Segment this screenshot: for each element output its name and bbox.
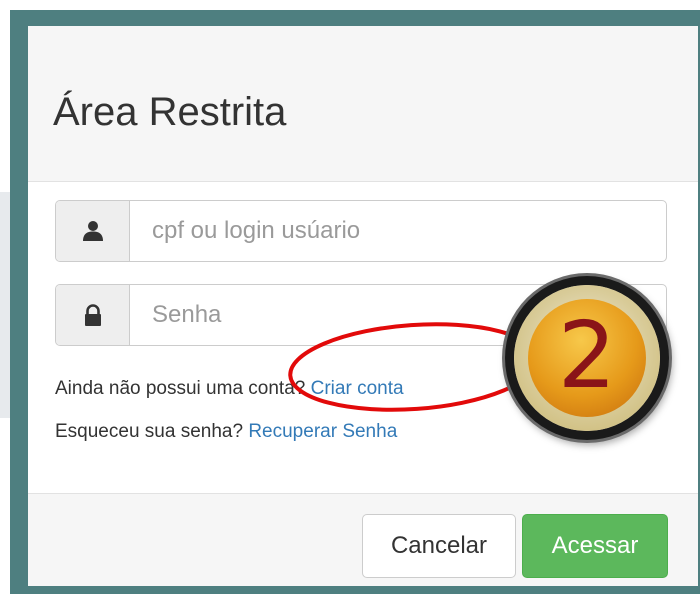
submit-button[interactable]: Acessar bbox=[522, 514, 668, 578]
recover-password-link[interactable]: Recuperar Senha bbox=[248, 421, 397, 442]
signup-prompt-text: Ainda não possui uma conta? bbox=[55, 378, 306, 399]
step-number: 2 bbox=[557, 302, 617, 409]
create-account-link[interactable]: Criar conta bbox=[311, 378, 404, 399]
modal-footer: Cancelar Acessar bbox=[28, 493, 698, 586]
login-input[interactable] bbox=[130, 201, 666, 261]
lock-icon bbox=[56, 285, 130, 345]
user-icon bbox=[56, 201, 130, 261]
recover-prompt-text: Esqueceu sua senha? bbox=[55, 421, 244, 442]
modal-title: Área Restrita bbox=[53, 90, 287, 134]
login-input-group bbox=[55, 200, 667, 262]
modal-header: Área Restrita bbox=[28, 26, 698, 182]
signup-prompt: Ainda não possui uma conta? Criar conta bbox=[55, 378, 404, 400]
step-badge: 2 bbox=[514, 285, 660, 431]
cancel-button[interactable]: Cancelar bbox=[362, 514, 516, 578]
recover-prompt: Esqueceu sua senha? Recuperar Senha bbox=[55, 421, 397, 443]
